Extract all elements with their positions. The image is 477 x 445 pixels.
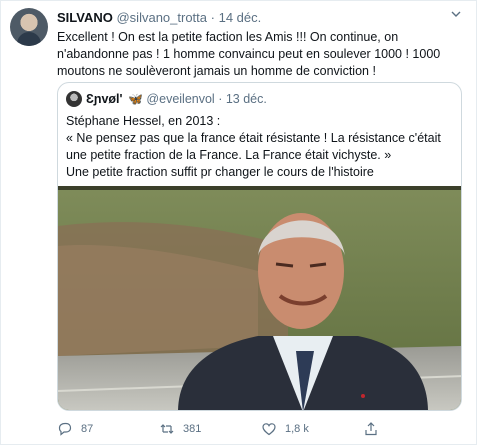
chevron-down-icon[interactable] — [450, 8, 462, 20]
tweet-text: Excellent ! On est la petite faction les… — [57, 30, 441, 78]
like-icon[interactable] — [261, 421, 277, 437]
tweet-header: SILVANO @silvano_trotta · 14 déc. — [57, 10, 261, 25]
quoted-header: Ɛɲvøl' 🦋 @eveilenvol · 13 déc. — [86, 92, 267, 106]
reply-icon[interactable] — [57, 421, 73, 437]
tweet-actions: 87 381 1,8 k — [57, 421, 462, 439]
retweet-count: 381 — [183, 423, 202, 435]
quoted-tweet[interactable]: Ɛɲvøl' 🦋 @eveilenvol · 13 déc. Stéphane … — [57, 82, 462, 411]
quoted-line-1: Stéphane Hessel, en 2013 : — [66, 114, 221, 128]
quoted-line-3: Une petite fraction suffit pr changer le… — [66, 165, 374, 179]
share-action[interactable] — [363, 421, 379, 437]
retweet-icon[interactable] — [159, 421, 175, 437]
quoted-separator: · — [218, 92, 223, 106]
tweet[interactable]: SILVANO @silvano_trotta · 14 déc. Excell… — [0, 0, 477, 445]
author-name[interactable]: SILVANO — [57, 10, 113, 25]
quoted-text: Stéphane Hessel, en 2013 : « Ne pensez p… — [66, 113, 458, 181]
share-icon[interactable] — [363, 421, 379, 437]
like-action[interactable]: 1,8 k — [261, 421, 309, 437]
quoted-video[interactable] — [58, 186, 461, 410]
butterfly-icon: 🦋 — [127, 92, 143, 106]
quoted-author-name: Ɛɲvøl' — [86, 92, 123, 106]
like-count: 1,8 k — [285, 423, 309, 435]
tweet-date[interactable]: 14 déc. — [219, 10, 262, 25]
retweet-action[interactable]: 381 — [159, 421, 201, 437]
quoted-date: 13 déc. — [225, 92, 267, 106]
reply-action[interactable]: 87 — [57, 421, 93, 437]
quoted-author-handle: @eveilenvol — [146, 92, 215, 106]
quoted-line-2: « Ne pensez pas que la france était rési… — [66, 131, 441, 162]
author-handle[interactable]: @silvano_trotta — [116, 10, 207, 25]
reply-count: 87 — [81, 423, 94, 435]
quoted-author-avatar — [66, 91, 82, 107]
header-separator: · — [210, 10, 215, 25]
author-avatar[interactable] — [10, 8, 48, 46]
